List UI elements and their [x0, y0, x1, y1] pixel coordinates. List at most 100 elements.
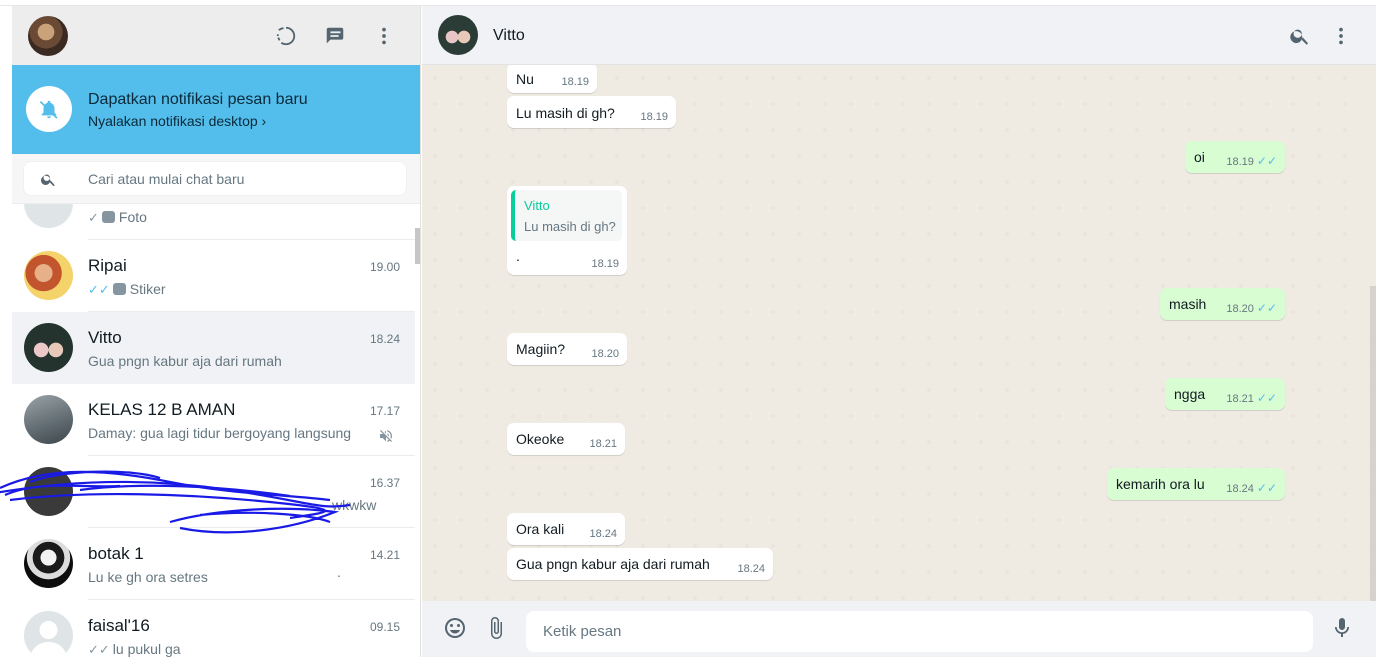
message-text: Nu: [516, 71, 534, 87]
message-text: kemarih ora lu: [1116, 476, 1205, 492]
search-box[interactable]: [23, 161, 407, 196]
read-tick-icon: ✓✓: [1256, 481, 1277, 495]
menu-icon[interactable]: [371, 23, 397, 49]
message-in-reply[interactable]: Vitto Lu masih di gh? . 18.19: [507, 186, 627, 275]
message-out[interactable]: masih 18.20 ✓✓: [1160, 288, 1285, 320]
chat-preview-text: Lu ke gh ora setres: [88, 569, 208, 585]
message-text: ngga: [1174, 386, 1206, 402]
chat-item-redacted[interactable]: 16.37 wkwkw: [12, 456, 415, 528]
read-tick-icon: ✓✓: [1256, 301, 1277, 315]
contact-avatar: [24, 204, 73, 228]
chat-time: 18.24: [369, 332, 400, 346]
chat-list: ✓ Foto Ripai 19.00 ✓✓ Stiker Vitto 18.24 G…: [12, 204, 415, 657]
message-in[interactable]: Gua pngn kabur aja dari rumah 18.24: [507, 548, 773, 580]
chat-name: botak 1: [88, 544, 144, 563]
conversation-scrollbar[interactable]: [1370, 286, 1376, 606]
sticker-icon: [112, 283, 126, 295]
quoted-text: Lu masih di gh?: [524, 219, 616, 234]
notification-bell-off-icon: [26, 86, 72, 132]
message-time: 18.24: [737, 563, 765, 575]
read-tick-icon: ✓✓: [1256, 154, 1277, 168]
chat-time: 17.17: [369, 404, 400, 418]
message-in[interactable]: Nu 18.19: [507, 65, 597, 93]
message-time: 18.19: [591, 258, 619, 270]
chat-item-vitto[interactable]: Vitto 18.24 Gua pngn kabur aja dari ruma…: [12, 312, 415, 384]
conversation-panel: Vitto Nu 18.19 Lu masih di gh? 18.19 oi …: [422, 6, 1376, 657]
notification-banner[interactable]: Dapatkan notifikasi pesan baru Nyalakan …: [12, 65, 420, 154]
search-messages-icon[interactable]: [1287, 23, 1313, 49]
muted-icon: [377, 428, 395, 444]
person-icon: [30, 621, 67, 657]
message-out[interactable]: oi 18.19 ✓✓: [1185, 141, 1285, 173]
message-in[interactable]: Ora kali 18.24: [507, 513, 625, 545]
sidebar-header: [12, 6, 420, 65]
group-avatar: [24, 395, 73, 444]
message-time: 18.24 ✓✓: [1226, 481, 1277, 495]
message-time-text: 18.20: [1226, 303, 1254, 315]
search-bar: [12, 154, 420, 204]
message-time: 18.24: [589, 528, 617, 540]
whatsapp-web-app: Dapatkan notifikasi pesan baru Nyalakan …: [0, 0, 1376, 657]
chat-item-faisal16[interactable]: faisal'16 09.15 ✓✓ lu pukul ga: [12, 600, 415, 657]
chat-item-ripai[interactable]: Ripai 19.00 ✓✓ Stiker: [12, 240, 415, 312]
my-profile-avatar[interactable]: [28, 16, 68, 56]
contact-avatar: [24, 251, 73, 300]
enable-notifications-label: Nyalakan notifikasi desktop: [88, 113, 258, 129]
chat-name: Ripai: [88, 256, 127, 275]
chat-preview: ✓ Foto: [88, 209, 147, 226]
conversation-header[interactable]: Vitto: [422, 6, 1376, 65]
message-composer: [422, 601, 1376, 657]
message-text: Okeoke: [516, 431, 565, 447]
emoji-icon[interactable]: [442, 615, 468, 641]
message-out[interactable]: kemarih ora lu 18.24 ✓✓: [1107, 468, 1285, 500]
read-tick-icon: ✓✓: [1256, 391, 1277, 405]
contact-avatar: [24, 323, 73, 372]
chat-list-scrollbar[interactable]: [415, 228, 420, 264]
chat-preview-text: Damay: gua lagi tidur bergoyang langsung: [88, 425, 352, 441]
message-list: Nu 18.19 Lu masih di gh? 18.19 oi 18.19 ✓…: [422, 65, 1370, 601]
chat-item[interactable]: ✓ Foto: [12, 204, 415, 240]
contact-avatar[interactable]: [438, 15, 478, 55]
chat-item-botak-1[interactable]: botak 1 14.21 Lu ke gh ora setres .: [12, 528, 415, 600]
chat-preview-extra: .: [337, 564, 341, 580]
contact-name[interactable]: Vitto: [493, 27, 525, 45]
sidebar: Dapatkan notifikasi pesan baru Nyalakan …: [12, 6, 421, 657]
read-tick-icon: ✓✓: [88, 282, 110, 297]
message-time: 18.21: [589, 438, 617, 450]
search-icon: [41, 174, 55, 187]
search-input[interactable]: [88, 162, 388, 195]
chat-name: KELAS 12 B AMAN: [88, 400, 236, 419]
message-time: 18.19: [561, 76, 589, 88]
chat-preview-text: Stiker: [129, 281, 166, 297]
chat-time: 19.00: [369, 260, 400, 274]
message-text: Ora kali: [516, 521, 565, 537]
message-in[interactable]: Magiin? 18.20: [507, 333, 627, 365]
message-time: 18.20 ✓✓: [1226, 301, 1277, 315]
chat-preview-text: Gua pngn kabur aja dari rumah: [88, 353, 282, 369]
message-in[interactable]: Lu masih di gh? 18.19: [507, 96, 676, 128]
enable-notifications-link[interactable]: Nyalakan notifikasi desktop ›: [88, 113, 266, 129]
status-icon[interactable]: [273, 23, 299, 49]
attach-icon[interactable]: [483, 615, 509, 641]
new-chat-icon[interactable]: [322, 23, 348, 49]
chat-name: faisal'16: [88, 616, 150, 635]
conversation-menu-icon[interactable]: [1328, 23, 1354, 49]
chat-time: 14.21: [369, 548, 400, 562]
message-time: 18.19 ✓✓: [1226, 154, 1277, 168]
message-text: oi: [1194, 149, 1205, 165]
message-input[interactable]: [526, 611, 1313, 652]
message-time-text: 18.21: [1226, 393, 1254, 405]
message-time: 18.21 ✓✓: [1226, 391, 1277, 405]
notification-title: Dapatkan notifikasi pesan baru: [88, 91, 308, 108]
chat-time: 16.37: [369, 476, 400, 490]
microphone-icon[interactable]: [1329, 615, 1355, 641]
message-text: .: [516, 248, 520, 264]
quoted-message[interactable]: Vitto Lu masih di gh?: [511, 190, 622, 241]
delivered-tick-icon: ✓✓: [88, 642, 110, 657]
chat-item-kelas-12-b-aman[interactable]: KELAS 12 B AMAN 17.17 Damay: gua lagi ti…: [12, 384, 415, 456]
message-out[interactable]: ngga 18.21 ✓✓: [1165, 378, 1285, 410]
message-in[interactable]: Okeoke 18.21: [507, 423, 625, 455]
chat-preview: ✓✓ Stiker: [88, 281, 166, 298]
default-avatar: [24, 611, 73, 657]
chat-preview-text: wkwkw: [332, 497, 377, 513]
